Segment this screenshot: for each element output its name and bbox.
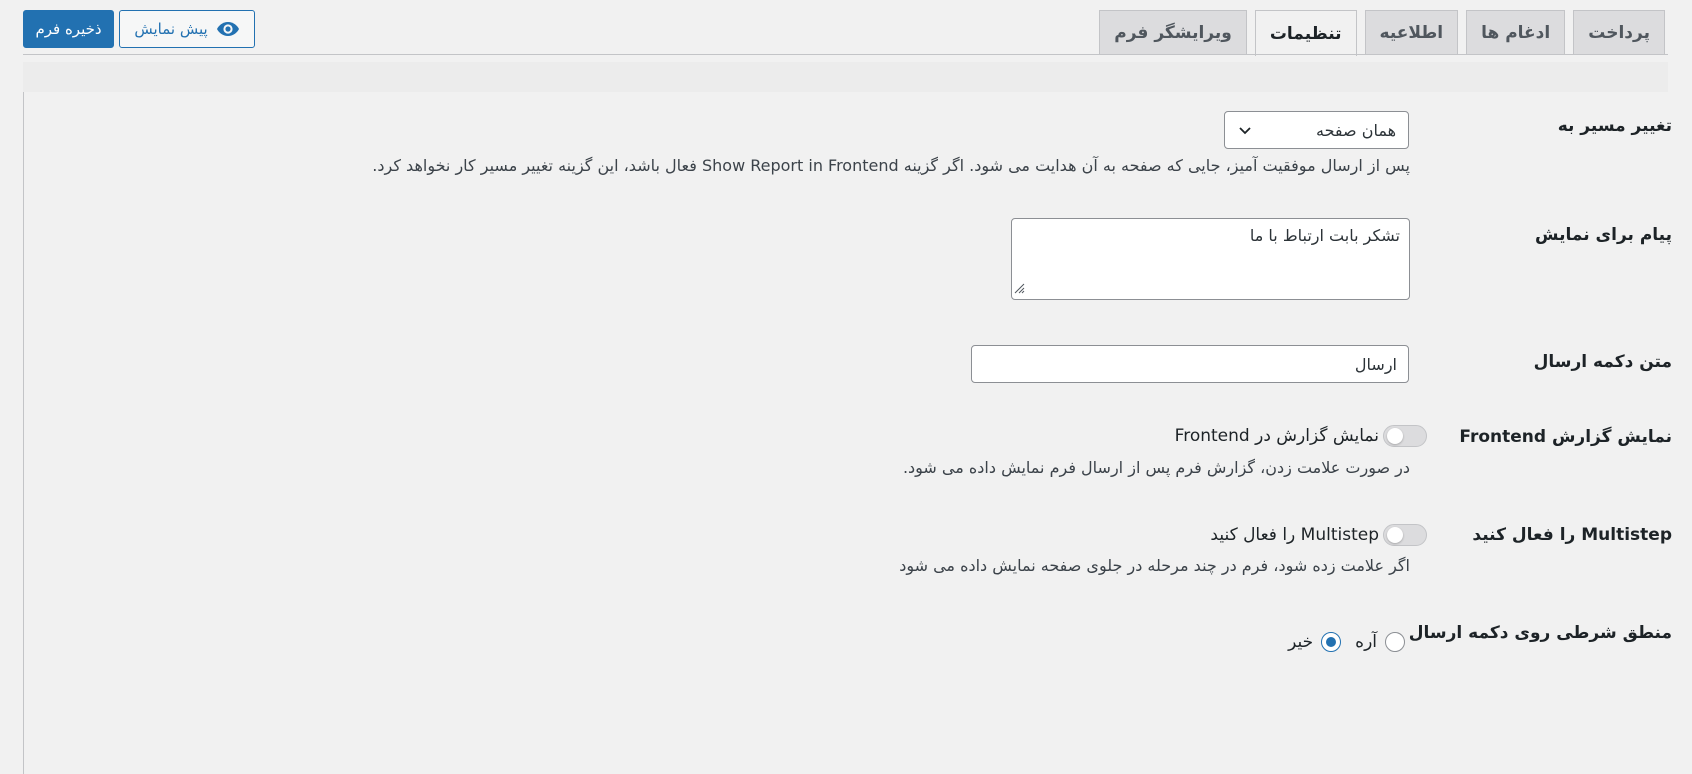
tab-payment[interactable]: پرداخت [1573,10,1665,55]
tab-divider [23,54,1668,55]
resize-handle-icon[interactable] [1013,279,1025,298]
multistep-label: Multistep را فعال کنید [1472,525,1672,545]
preview-label: پیش نمایش [134,20,208,38]
chevron-down-icon [1237,122,1253,138]
submit-text-label: متن دکمه ارسال [1533,352,1672,372]
radio-yes-label: آره [1355,632,1377,652]
radio-option-yes[interactable]: آره [1355,632,1405,652]
multistep-toggle-label: Multistep را فعال کنید [1210,525,1379,545]
tab-form-editor[interactable]: ویرایشگر فرم [1099,10,1247,55]
redirect-select[interactable]: همان صفحه [1224,111,1409,149]
save-form-button[interactable]: ذخیره فرم [23,10,114,48]
submit-text-input[interactable]: ارسال [971,345,1409,383]
preview-button[interactable]: پیش نمایش [119,10,255,48]
message-textarea[interactable]: تشکر بابت ارتباط با ما [1011,218,1410,300]
redirect-select-value: همان صفحه [1316,120,1396,140]
submit-text-value: ارسال [1354,354,1397,374]
eye-icon [216,21,240,37]
tab-settings[interactable]: تنظیمات [1254,10,1357,56]
message-label: پیام برای نمایش [1535,225,1672,245]
frontend-report-description: در صورت علامت زدن، گزارش فرم پس از ارسال… [902,458,1410,477]
frontend-report-toggle-label: نمایش گزارش در Frontend [1174,426,1379,446]
frontend-report-label: نمایش گزارش Frontend [1459,427,1672,447]
tab-integrations[interactable]: ادغام ها [1466,10,1566,55]
frontend-report-toggle-row: نمایش گزارش در Frontend [1175,425,1427,447]
redirect-label: تغییر مسیر به [1557,116,1672,136]
multistep-toggle[interactable] [1383,524,1427,546]
radio-yes[interactable] [1385,632,1405,652]
conditional-logic-radios: آره خیر [1288,632,1405,652]
frontend-report-toggle[interactable] [1383,425,1427,447]
redirect-description: پس از ارسال موفقیت آمیز، جایی که صفحه به… [372,156,1410,175]
tab-notifications[interactable]: اطلاعیه [1364,10,1459,55]
message-text: تشکر بابت ارتباط با ما [1249,226,1400,245]
radio-option-no[interactable]: خیر [1288,632,1342,652]
radio-no-label: خیر [1288,632,1314,652]
radio-no[interactable] [1321,632,1342,652]
panel-header-strip [23,62,1668,92]
tab-bar: ویرایشگر فرم تنظیمات اطلاعیه ادغام ها پر… [1099,10,1665,56]
multistep-toggle-row: Multistep را فعال کنید [1210,524,1427,546]
conditional-logic-label: منطق شرطی روی دکمه ارسال [1408,623,1672,643]
save-form-label: ذخیره فرم [35,20,102,38]
multistep-description: اگر علامت زده شود، فرم در چند مرحله در ج… [899,556,1410,575]
